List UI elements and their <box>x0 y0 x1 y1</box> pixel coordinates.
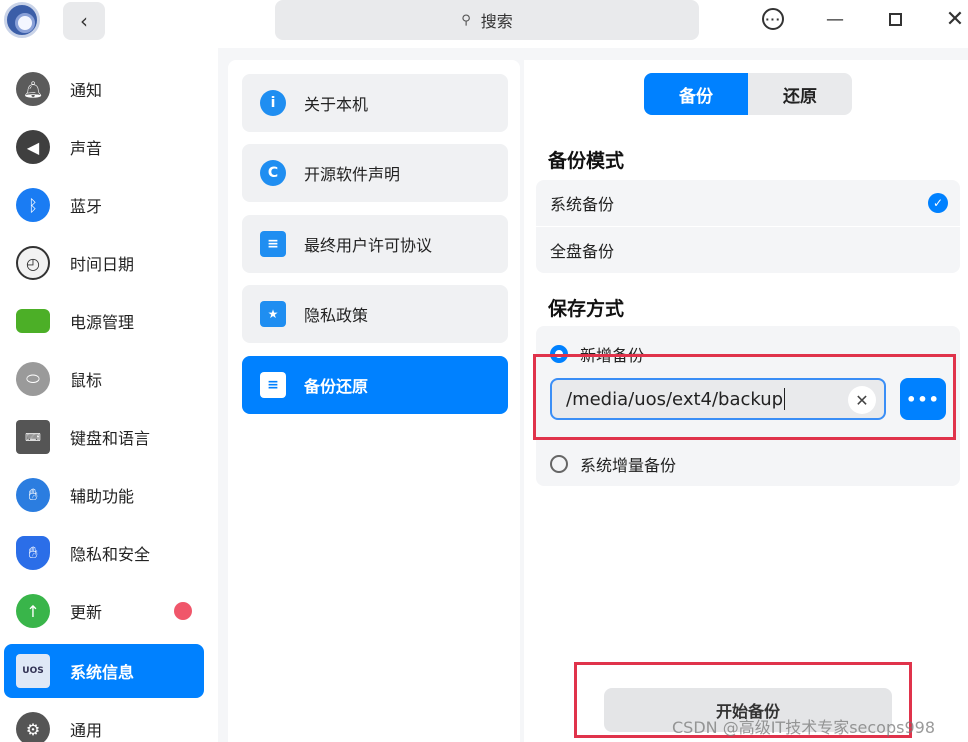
update-badge <box>174 602 192 620</box>
sidebar-item-mouse[interactable]: ⬭ 鼠标 <box>4 352 204 406</box>
menu-item-label: 隐私政策 <box>304 306 369 325</box>
search-icon: ⚲ <box>461 12 471 28</box>
menu-item-label: 开源软件声明 <box>304 165 401 184</box>
mode-option-full-disk[interactable]: 全盘备份 <box>536 227 960 273</box>
title-bar: ‹ ⚲ 搜索 ··· — ✕ <box>0 0 968 48</box>
radio-unselected-icon <box>550 455 568 473</box>
backup-mode-title: 备份模式 <box>548 150 625 172</box>
hand-icon: ✋︎ <box>16 478 50 512</box>
sidebar-item-label: 更新 <box>70 603 103 622</box>
app-logo-icon <box>4 2 40 38</box>
sidebar-item-label: 通用 <box>70 721 103 740</box>
menu-button[interactable]: ··· <box>756 4 790 34</box>
copyright-icon: C <box>260 160 286 186</box>
sidebar-item-label: 电源管理 <box>70 313 135 332</box>
bell-icon: 🔔︎ <box>16 72 50 106</box>
watermark: CSDN @高级IT技术专家secops998 <box>672 718 935 737</box>
search-input[interactable]: ⚲ 搜索 <box>275 0 699 40</box>
sidebar-item-keyboard[interactable]: ⌨ 键盘和语言 <box>4 410 204 464</box>
tab-backup[interactable]: 备份 <box>644 73 748 115</box>
sidebar-item-label: 蓝牙 <box>70 197 103 216</box>
sidebar-item-accessibility[interactable]: ✋︎ 辅助功能 <box>4 468 204 522</box>
sidebar-item-bluetooth[interactable]: ᛒ 蓝牙 <box>4 178 204 232</box>
menu-item-label: 最终用户许可协议 <box>304 236 433 255</box>
search-placeholder: 搜索 <box>480 12 513 31</box>
minimize-button[interactable]: — <box>818 4 852 34</box>
mode-option-label: 全盘备份 <box>550 242 615 261</box>
system-info-icon: UOS <box>16 654 50 688</box>
sidebar-item-label: 辅助功能 <box>70 487 135 506</box>
sidebar-item-power[interactable]: 电源管理 <box>4 294 204 348</box>
sidebar-item-label: 隐私和安全 <box>70 545 151 564</box>
battery-icon <box>16 309 50 333</box>
sidebar-item-label: 鼠标 <box>70 371 103 390</box>
keyboard-icon: ⌨ <box>16 420 50 454</box>
speaker-icon: ◀ <box>16 130 50 164</box>
menu-item-label: 关于本机 <box>304 95 369 114</box>
bluetooth-icon: ᛒ <box>16 188 50 222</box>
mode-option-system[interactable]: 系统备份 ✓ <box>536 180 960 226</box>
menu-item-label: 备份还原 <box>304 377 369 396</box>
save-method-title: 保存方式 <box>548 298 625 320</box>
menu-item-about[interactable]: i 关于本机 <box>242 74 508 132</box>
close-icon: ✕ <box>945 6 965 32</box>
menu-item-open-source[interactable]: C 开源软件声明 <box>242 144 508 202</box>
mode-option-label: 系统备份 <box>550 195 615 214</box>
sidebar-item-label: 声音 <box>70 139 103 158</box>
sidebar-item-label: 通知 <box>70 81 103 100</box>
sidebar-item-label: 键盘和语言 <box>70 429 151 448</box>
sidebar-item-privacy[interactable]: ✋︎ 隐私和安全 <box>4 526 204 580</box>
sidebar-item-general[interactable]: ⚙ 通用 <box>4 702 204 742</box>
menu-item-privacy-policy[interactable]: ★ 隐私政策 <box>242 285 508 343</box>
menu-item-eula[interactable]: ≡ 最终用户许可协议 <box>242 215 508 273</box>
clock-icon: ◴ <box>16 246 50 280</box>
save-option-incremental[interactable]: 系统增量备份 <box>550 452 676 476</box>
sidebar-item-update[interactable]: ↑ 更新 <box>4 584 204 638</box>
mouse-icon: ⬭ <box>16 362 50 396</box>
sidebar: 🔔︎ 通知 ◀ 声音 ᛒ 蓝牙 ◴ 时间日期 电源管理 ⬭ 鼠标 ⌨ 键盘和语言… <box>0 48 218 742</box>
minimize-icon: — <box>826 8 844 30</box>
backup-icon: ≡ <box>260 372 286 398</box>
privacy-icon: ★ <box>260 301 286 327</box>
info-icon: i <box>260 90 286 116</box>
menu-item-backup-restore[interactable]: ≡ 备份还原 <box>242 356 508 414</box>
save-option-label: 系统增量备份 <box>580 456 677 475</box>
document-icon: ≡ <box>260 231 286 257</box>
sidebar-item-system-info[interactable]: UOS 系统信息 <box>4 644 204 698</box>
system-info-menu: i 关于本机 C 开源软件声明 ≡ 最终用户许可协议 ★ 隐私政策 ≡ 备份还原 <box>228 60 520 742</box>
maximize-icon <box>888 12 902 26</box>
sidebar-item-label: 时间日期 <box>70 255 135 274</box>
update-icon: ↑ <box>16 594 50 628</box>
chevron-left-icon: ‹ <box>80 9 88 33</box>
sidebar-item-notification[interactable]: 🔔︎ 通知 <box>4 62 204 116</box>
close-button[interactable]: ✕ <box>938 4 968 34</box>
sidebar-item-label: 系统信息 <box>70 663 135 682</box>
maximize-button[interactable] <box>878 4 912 34</box>
sidebar-item-datetime[interactable]: ◴ 时间日期 <box>4 236 204 290</box>
checkmark-icon: ✓ <box>928 193 948 213</box>
back-button[interactable]: ‹ <box>63 2 105 40</box>
gear-icon: ⚙ <box>16 712 50 742</box>
more-icon: ··· <box>762 8 784 30</box>
tab-restore[interactable]: 还原 <box>748 73 852 115</box>
shield-icon: ✋︎ <box>16 536 50 570</box>
backup-restore-tabs: 备份 还原 <box>644 73 852 115</box>
highlight-box-path <box>533 354 956 440</box>
sidebar-item-sound[interactable]: ◀ 声音 <box>4 120 204 174</box>
